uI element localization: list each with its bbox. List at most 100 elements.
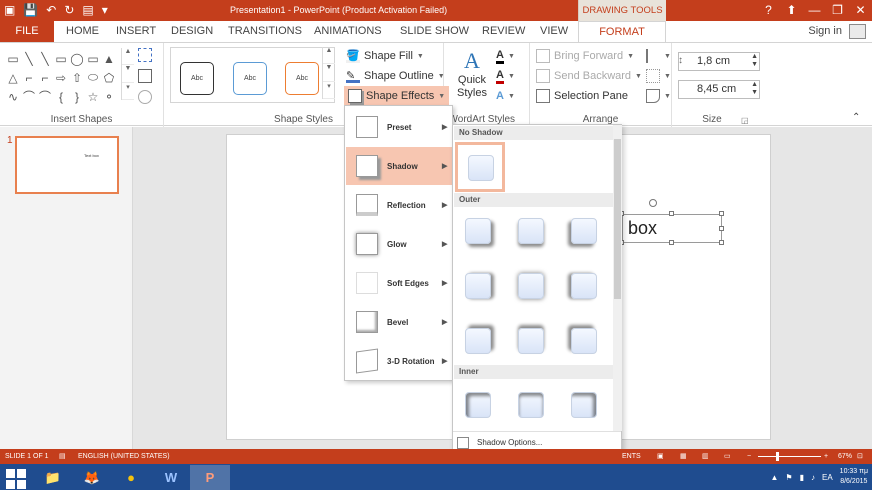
shape-curve-icon[interactable]: ∿ <box>5 87 21 106</box>
network-icon[interactable]: ▮ <box>800 473 804 482</box>
customize-qat-icon[interactable]: ▾ <box>102 0 108 21</box>
slideshow-view-icon[interactable]: ▭ <box>724 449 731 464</box>
tray-arrow-icon[interactable]: ▲ <box>771 473 779 482</box>
height-input[interactable]: 1,8 cm ▲ ▼ <box>678 52 760 71</box>
tab-review[interactable]: REVIEW <box>482 21 525 42</box>
restore-button[interactable]: ❐ <box>826 0 849 21</box>
text-outline-button[interactable]: A ▼ <box>496 67 515 85</box>
shadow-outer-diagonal-top-right[interactable] <box>465 328 491 354</box>
size-dialog-launcher-icon[interactable]: ◲ <box>741 116 749 125</box>
tab-format[interactable]: FORMAT <box>578 21 666 42</box>
sign-in-link[interactable]: Sign in <box>808 21 842 42</box>
rotate-button[interactable]: ▼ <box>646 87 671 105</box>
avatar[interactable] <box>849 24 866 39</box>
minimize-button[interactable]: — <box>803 0 826 21</box>
style-sample-blue[interactable]: Abc <box>233 62 267 95</box>
group-button[interactable]: ▼ <box>646 67 671 85</box>
shape-more-icon[interactable]: ⚬ <box>101 87 117 106</box>
menu-item-3d-rotation[interactable]: 3-D Rotation ▶ <box>346 342 452 380</box>
language-status[interactable]: ENGLISH (UNITED STATES) <box>78 449 170 464</box>
word-app[interactable]: W <box>151 465 191 490</box>
clock[interactable]: 10:33 πμ 8/6/2015 <box>840 467 868 487</box>
styles-gallery-scroll[interactable]: ▲ ▼ ▾ <box>322 47 335 99</box>
style-sample-dark[interactable]: Abc <box>180 62 214 95</box>
menu-item-shadow[interactable]: Shadow ▶ <box>346 147 452 185</box>
menu-item-bevel[interactable]: Bevel ▶ <box>346 303 452 341</box>
shape-line-icon[interactable]: ╲ <box>21 49 37 68</box>
comments-button[interactable]: ENTS <box>622 449 641 464</box>
shape-textbox-icon[interactable]: ▭ <box>5 49 21 68</box>
slide-thumbnail[interactable]: Text box <box>15 136 119 194</box>
volume-icon[interactable]: ♪ <box>811 473 815 482</box>
shape-up-arrow-icon[interactable]: ⇧ <box>69 68 85 87</box>
bring-forward-button[interactable]: Bring Forward ▼ <box>536 47 634 65</box>
shadow-outer-top[interactable] <box>518 328 544 354</box>
shape-effects-button[interactable]: Shape Effects ▼ <box>344 86 450 106</box>
styles-more-icon[interactable]: ▾ <box>323 82 335 99</box>
shape-arrow-line-icon[interactable]: ╲ <box>37 49 53 68</box>
styles-scroll-down-icon[interactable]: ▼ <box>323 64 335 82</box>
collapse-ribbon-icon[interactable]: ⌃ <box>852 112 860 123</box>
shape-right-arrow-icon[interactable]: ⇨ <box>53 68 69 87</box>
resize-handle-se[interactable] <box>719 240 724 245</box>
quick-styles-button[interactable]: A Quick Styles <box>457 48 487 100</box>
align-button[interactable]: ▼ <box>646 47 671 65</box>
shape-elbow-arrow-icon[interactable]: ⌐ <box>37 68 53 87</box>
chrome-app[interactable]: ● <box>111 465 151 490</box>
help-button[interactable]: ? <box>757 0 780 21</box>
shadow-outer-left[interactable] <box>571 273 597 299</box>
width-input[interactable]: 8,45 cm ▲ ▼ <box>678 80 760 99</box>
height-spinner-icon[interactable]: ▲ ▼ <box>751 53 758 69</box>
scroll-down-icon[interactable]: ▼ <box>122 65 134 83</box>
shadow-inner-top-right[interactable] <box>571 392 597 418</box>
shadow-inner-top[interactable] <box>518 392 544 418</box>
shape-hexagon-icon[interactable]: ⬭ <box>85 68 101 87</box>
no-shadow-option[interactable] <box>455 142 505 192</box>
tab-insert[interactable]: INSERT <box>116 21 156 42</box>
zoom-level[interactable]: 67% <box>838 449 852 464</box>
shape-elbow-connector-icon[interactable]: ⌐ <box>21 68 37 87</box>
shape-fill-button[interactable]: 🪣 Shape Fill ▼ <box>346 47 424 65</box>
selection-pane-button[interactable]: Selection Pane <box>536 87 628 105</box>
save-icon[interactable]: 💾 <box>23 0 38 21</box>
rotation-handle[interactable] <box>649 199 657 207</box>
shape-rectangle-icon[interactable]: ▭ <box>53 49 69 68</box>
shape-rounded-rect-icon[interactable]: ▭ <box>85 49 101 68</box>
resize-handle-n[interactable] <box>669 211 674 216</box>
draw-textbox-button[interactable] <box>138 67 152 85</box>
shape-left-brace-icon[interactable]: { <box>53 87 69 106</box>
send-backward-button[interactable]: Send Backward ▼ <box>536 67 642 85</box>
tab-view[interactable]: VIEW <box>540 21 568 42</box>
zoom-out-icon[interactable]: − <box>747 449 751 464</box>
width-spinner-icon[interactable]: ▲ ▼ <box>751 81 758 97</box>
shadow-outer-center[interactable] <box>518 273 544 299</box>
tab-file[interactable]: FILE <box>0 21 54 42</box>
resize-handle-ne[interactable] <box>719 211 724 216</box>
text-effects-button[interactable]: A ▼ <box>496 87 515 105</box>
shadow-outer-diagonal-top-left[interactable] <box>571 328 597 354</box>
file-explorer-app[interactable]: 📁 <box>33 465 73 490</box>
tab-transitions[interactable]: TRANSITIONS <box>228 21 302 42</box>
scroll-up-icon[interactable]: ▲ <box>122 48 134 66</box>
normal-view-icon[interactable]: ▣ <box>657 449 664 464</box>
keyboard-language[interactable]: EA <box>822 473 833 482</box>
gallery-more-icon[interactable]: ▾ <box>122 83 134 100</box>
shape-star-icon[interactable]: ☆ <box>85 87 101 106</box>
flag-icon[interactable]: ⚑ <box>785 473 792 482</box>
zoom-slider-thumb[interactable] <box>776 452 779 461</box>
shape-oval-icon[interactable]: ◯ <box>69 49 85 68</box>
text-fill-button[interactable]: A ▼ <box>496 47 515 65</box>
tab-design[interactable]: DESIGN <box>171 21 213 42</box>
shape-triangle-icon[interactable]: ▲ <box>101 49 117 68</box>
menu-item-glow[interactable]: Glow ▶ <box>346 225 452 263</box>
edit-shape-button[interactable] <box>138 46 152 64</box>
reading-view-icon[interactable]: ▥ <box>702 449 709 464</box>
redo-icon[interactable]: ↻ <box>64 0 74 21</box>
scrollbar-thumb[interactable] <box>614 139 621 299</box>
close-button[interactable]: ✕ <box>849 0 872 21</box>
zoom-in-icon[interactable]: + <box>824 449 828 464</box>
tab-home[interactable]: HOME <box>66 21 99 42</box>
style-sample-orange[interactable]: Abc <box>285 62 319 95</box>
firefox-app[interactable]: 🦊 <box>72 465 112 490</box>
start-from-beginning-icon[interactable]: ▤ <box>82 0 93 21</box>
